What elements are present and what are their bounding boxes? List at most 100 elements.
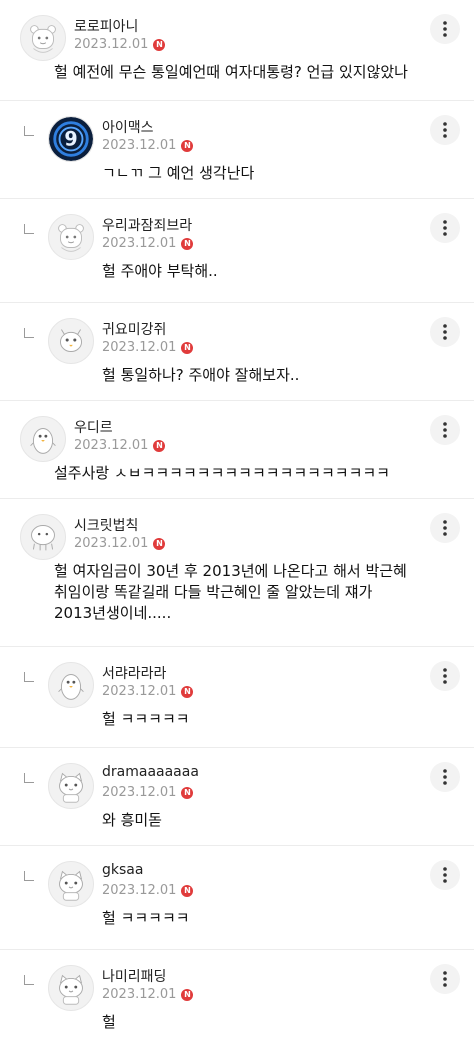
- more-options-button[interactable]: [430, 14, 460, 44]
- timestamp: 2023.12.01: [102, 785, 177, 800]
- comment-item: 우디르 2023.12.01 N 설주사랑 ㅅㅂㅋㅋㅋㅋㅋㅋㅋㅋㅋㅋㅋㅋㅋㅋㅋㅋㅋㅋ: [0, 401, 474, 499]
- comment-text: 헐 ㅋㅋㅋㅋㅋ: [102, 908, 190, 929]
- reply-comment: 9 아이맥스 2023.12.01 N ㄱㄴㄲ 그 예언 생각난다: [0, 101, 474, 199]
- reply-comment: 나미리패딩 2023.12.01 N 헐: [0, 950, 474, 1060]
- avatar[interactable]: [48, 318, 94, 364]
- comment-meta: 2023.12.01 N: [102, 236, 194, 251]
- new-badge-icon: N: [153, 439, 166, 452]
- comment-meta: 2023.12.01 N: [102, 883, 194, 898]
- nickname[interactable]: dramaaaaaaa: [102, 764, 199, 780]
- timestamp: 2023.12.01: [102, 138, 177, 153]
- more-options-button[interactable]: [430, 317, 460, 347]
- reply-arrow-icon: [24, 975, 34, 985]
- comment-meta: 2023.12.01 N: [74, 536, 166, 551]
- more-vertical-icon: [443, 867, 447, 883]
- timestamp: 2023.12.01: [102, 684, 177, 699]
- timestamp: 2023.12.01: [102, 883, 177, 898]
- comment-meta: 2023.12.01 N: [74, 37, 166, 52]
- more-options-button[interactable]: [430, 415, 460, 445]
- new-badge-icon: N: [181, 988, 194, 1001]
- reply-arrow-icon: [24, 224, 34, 234]
- comment-meta: 2023.12.01 N: [74, 438, 166, 453]
- more-options-button[interactable]: [430, 115, 460, 145]
- avatar[interactable]: [20, 15, 66, 61]
- comment-list: 로로피아니 2023.12.01 N 헐 예전에 무슨 통일예언때 여자대통령? 언급…: [0, 0, 474, 1060]
- timestamp: 2023.12.01: [102, 987, 177, 1002]
- more-options-button[interactable]: [430, 964, 460, 994]
- nickname[interactable]: 우디르: [74, 417, 113, 437]
- more-vertical-icon: [443, 668, 447, 684]
- comment-text: 헐 ㅋㅋㅋㅋㅋ: [102, 709, 190, 730]
- timestamp: 2023.12.01: [102, 340, 177, 355]
- comment-text: 헐: [102, 1012, 116, 1033]
- timestamp: 2023.12.01: [74, 536, 149, 551]
- new-badge-icon: N: [181, 139, 194, 152]
- nickname[interactable]: 서랴라라라: [102, 663, 166, 683]
- comment-text: 헐 예전에 무슨 통일예언때 여자대통령? 언급 있지않았나: [54, 62, 408, 83]
- more-options-button[interactable]: [430, 513, 460, 543]
- avatar[interactable]: [48, 214, 94, 260]
- comment-line: 헐 여자임금이 30년 후 2013년에 나온다고 해서 박근혜: [54, 562, 407, 580]
- more-options-button[interactable]: [430, 213, 460, 243]
- comment-line: 헐 주애야 부탁해..: [102, 262, 218, 280]
- avatar[interactable]: 9: [48, 116, 94, 162]
- more-vertical-icon: [443, 220, 447, 236]
- reply-comment: 우리과잠죄브라 2023.12.01 N 헐 주애야 부탁해..: [0, 199, 474, 303]
- comment-text: 헐 주애야 부탁해..: [102, 261, 218, 282]
- reply-arrow-icon: [24, 871, 34, 881]
- more-vertical-icon: [443, 422, 447, 438]
- avatar[interactable]: [48, 662, 94, 708]
- avatar[interactable]: [48, 763, 94, 809]
- nickname[interactable]: 우리과잠죄브라: [102, 215, 192, 235]
- more-vertical-icon: [443, 520, 447, 536]
- comment-text: 헐 여자임금이 30년 후 2013년에 나온다고 해서 박근혜 취임이랑 똑같길…: [54, 561, 407, 624]
- comment-meta: 2023.12.01 N: [102, 684, 194, 699]
- timestamp: 2023.12.01: [74, 37, 149, 52]
- new-badge-icon: N: [181, 685, 194, 698]
- nickname[interactable]: 귀요미강쥐: [102, 319, 166, 339]
- nickname[interactable]: 나미리패딩: [102, 966, 166, 986]
- reply-arrow-icon: [24, 126, 34, 136]
- new-badge-icon: N: [181, 786, 194, 799]
- more-options-button[interactable]: [430, 661, 460, 691]
- comment-line: 헐 예전에 무슨 통일예언때 여자대통령? 언급 있지않았나: [54, 63, 408, 81]
- comment-item: 시크릿법칙 2023.12.01 N 헐 여자임금이 30년 후 2013년에 나온다…: [0, 499, 474, 647]
- more-vertical-icon: [443, 769, 447, 785]
- new-badge-icon: N: [181, 884, 194, 897]
- comment-item: 로로피아니 2023.12.01 N 헐 예전에 무슨 통일예언때 여자대통령? 언급…: [0, 0, 474, 101]
- comment-line: 와 흥미돋: [102, 811, 162, 829]
- svg-text:9: 9: [64, 128, 77, 151]
- comment-line: 헐 ㅋㅋㅋㅋㅋ: [102, 710, 190, 728]
- reply-comment: dramaaaaaaa 2023.12.01 N 와 흥미돋: [0, 748, 474, 846]
- nickname[interactable]: 아이맥스: [102, 117, 154, 137]
- comment-line: ㄱㄴㄲ 그 예언 생각난다: [102, 164, 255, 182]
- avatar[interactable]: [20, 514, 66, 560]
- reply-comment: 서랴라라라 2023.12.01 N 헐 ㅋㅋㅋㅋㅋ: [0, 647, 474, 748]
- comment-meta: 2023.12.01 N: [102, 785, 194, 800]
- avatar[interactable]: [48, 965, 94, 1011]
- reply-arrow-icon: [24, 773, 34, 783]
- comment-line: 헐 통일하나? 주애야 잘해보자..: [102, 366, 300, 384]
- new-badge-icon: N: [153, 38, 166, 51]
- reply-arrow-icon: [24, 328, 34, 338]
- comment-line: 헐: [102, 1013, 116, 1031]
- more-vertical-icon: [443, 21, 447, 37]
- comment-text: 헐 통일하나? 주애야 잘해보자..: [102, 365, 299, 386]
- nickname[interactable]: gksaa: [102, 862, 143, 878]
- comment-text: 설주사랑 ㅅㅂㅋㅋㅋㅋㅋㅋㅋㅋㅋㅋㅋㅋㅋㅋㅋㅋㅋㅋ: [54, 463, 390, 484]
- comment-line: 설주사랑 ㅅㅂㅋㅋㅋㅋㅋㅋㅋㅋㅋㅋㅋㅋㅋㅋㅋㅋㅋㅋ: [54, 464, 390, 482]
- nickname[interactable]: 로로피아니: [74, 16, 138, 36]
- timestamp: 2023.12.01: [102, 236, 177, 251]
- comment-text: 와 흥미돋: [102, 810, 162, 831]
- nickname[interactable]: 시크릿법칙: [74, 515, 138, 535]
- more-options-button[interactable]: [430, 860, 460, 890]
- avatar[interactable]: [48, 861, 94, 907]
- avatar[interactable]: [20, 416, 66, 462]
- more-options-button[interactable]: [430, 762, 460, 792]
- more-vertical-icon: [443, 971, 447, 987]
- new-badge-icon: N: [153, 537, 166, 550]
- reply-comment: 귀요미강쥐 2023.12.01 N 헐 통일하나? 주애야 잘해보자..: [0, 303, 474, 401]
- new-badge-icon: N: [181, 341, 194, 354]
- comment-meta: 2023.12.01 N: [102, 340, 194, 355]
- comment-meta: 2023.12.01 N: [102, 138, 194, 153]
